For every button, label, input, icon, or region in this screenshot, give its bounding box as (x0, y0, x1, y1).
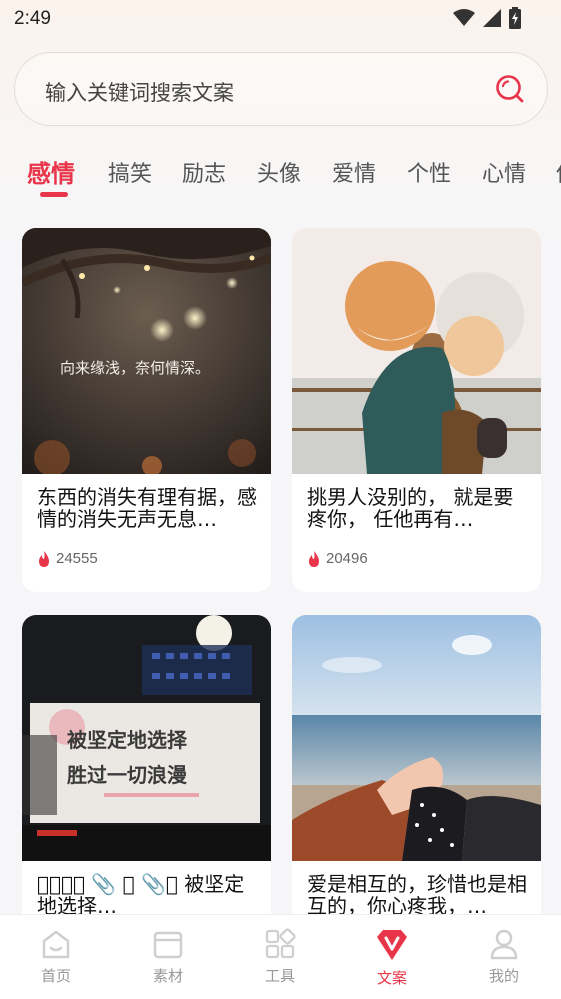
nav-item-copywriting[interactable]: 文案 (352, 927, 432, 988)
flame-icon (39, 550, 49, 567)
wifi-icon (453, 9, 475, 26)
tab-avatar[interactable]: 头像 (257, 156, 301, 188)
status-time: 2:49 (14, 8, 51, 29)
article-card[interactable]: 向来缘浅，奈何情深。 东西的消失有理有据，感情的消失无声无息… 24555 (22, 228, 271, 592)
folder-icon (153, 931, 183, 959)
tab-love[interactable]: 爱情 (332, 156, 376, 188)
nav-label: 工具 (264, 967, 295, 985)
card-heat: 24555 (37, 550, 98, 567)
tab-mood[interactable]: 心情 (482, 156, 526, 188)
tab-personality[interactable]: 个性 (407, 156, 451, 188)
nav-label: 我的 (488, 967, 519, 985)
home-icon (42, 930, 70, 959)
nav-item-home[interactable]: 首页 (16, 927, 96, 986)
nav-label: 首页 (40, 967, 71, 985)
article-card[interactable]: 被坚定地选择 胜过一切浪漫 􀀀􀀀􀀀􀀀 📎 􀀀 📎􀀀 被坚定地选择… (22, 615, 271, 935)
nav-label: 文案 (376, 969, 407, 987)
card-title: 东西的消失有理有据，感情的消失无声无息… (37, 486, 257, 530)
tab-funny[interactable]: 搞笑 (108, 156, 152, 188)
card-heat-count: 20496 (326, 550, 368, 567)
copywriting-icon (377, 930, 407, 960)
card-title: 爱是相互的，珍惜也是相互的，你心疼我，… (307, 873, 527, 917)
card-image (292, 615, 541, 861)
card-image-caption: 向来缘浅，奈何情深。 (60, 359, 210, 377)
card-image: 被坚定地选择 胜过一切浪漫 (22, 615, 271, 861)
nav-label: 素材 (152, 967, 183, 985)
status-icons (453, 7, 521, 29)
article-card[interactable]: 挑男人没别的， 就是要疼你， 任他再有… 20496 (292, 228, 541, 592)
card-title: 􀀀􀀀􀀀􀀀 📎 􀀀 📎􀀀 被坚定地选择… (37, 873, 245, 917)
battery-icon (509, 7, 521, 29)
search-input[interactable]: 输入关键词搜索文案 (14, 52, 548, 126)
signal-icon (483, 9, 501, 27)
status-bar: 2:49 (0, 0, 561, 38)
card-image: 向来缘浅，奈何情深。 (22, 228, 271, 474)
tab-inspirational[interactable]: 励志 (182, 156, 226, 188)
card-heat: 20496 (307, 550, 368, 567)
tab-sad[interactable]: 伤 (556, 156, 561, 188)
nav-item-tools[interactable]: 工具 (240, 927, 320, 986)
article-card[interactable]: 爱是相互的，珍惜也是相互的，你心疼我，… (292, 615, 541, 935)
card-heat-count: 24555 (56, 550, 98, 567)
card-image-caption-line1: 被坚定地选择 (67, 728, 188, 752)
card-image (292, 228, 541, 474)
bottom-navigation: 首页 素材 工具 文案 我的 (0, 914, 561, 999)
nav-item-materials[interactable]: 素材 (128, 927, 208, 986)
search-placeholder: 输入关键词搜索文案 (45, 81, 234, 105)
card-image-caption-line2: 胜过一切浪漫 (67, 763, 188, 787)
flame-icon (309, 550, 319, 567)
nav-item-profile[interactable]: 我的 (464, 927, 544, 986)
active-tab-indicator (40, 192, 68, 197)
tab-emotion[interactable]: 感情 (27, 154, 75, 189)
card-title: 挑男人没别的， 就是要疼你， 任他再有… (307, 486, 514, 530)
search-icon[interactable] (495, 74, 525, 104)
tools-icon (265, 928, 296, 959)
profile-icon (490, 929, 518, 960)
category-tabs: 感情 搞笑 励志 头像 爱情 个性 心情 伤 (0, 150, 561, 202)
